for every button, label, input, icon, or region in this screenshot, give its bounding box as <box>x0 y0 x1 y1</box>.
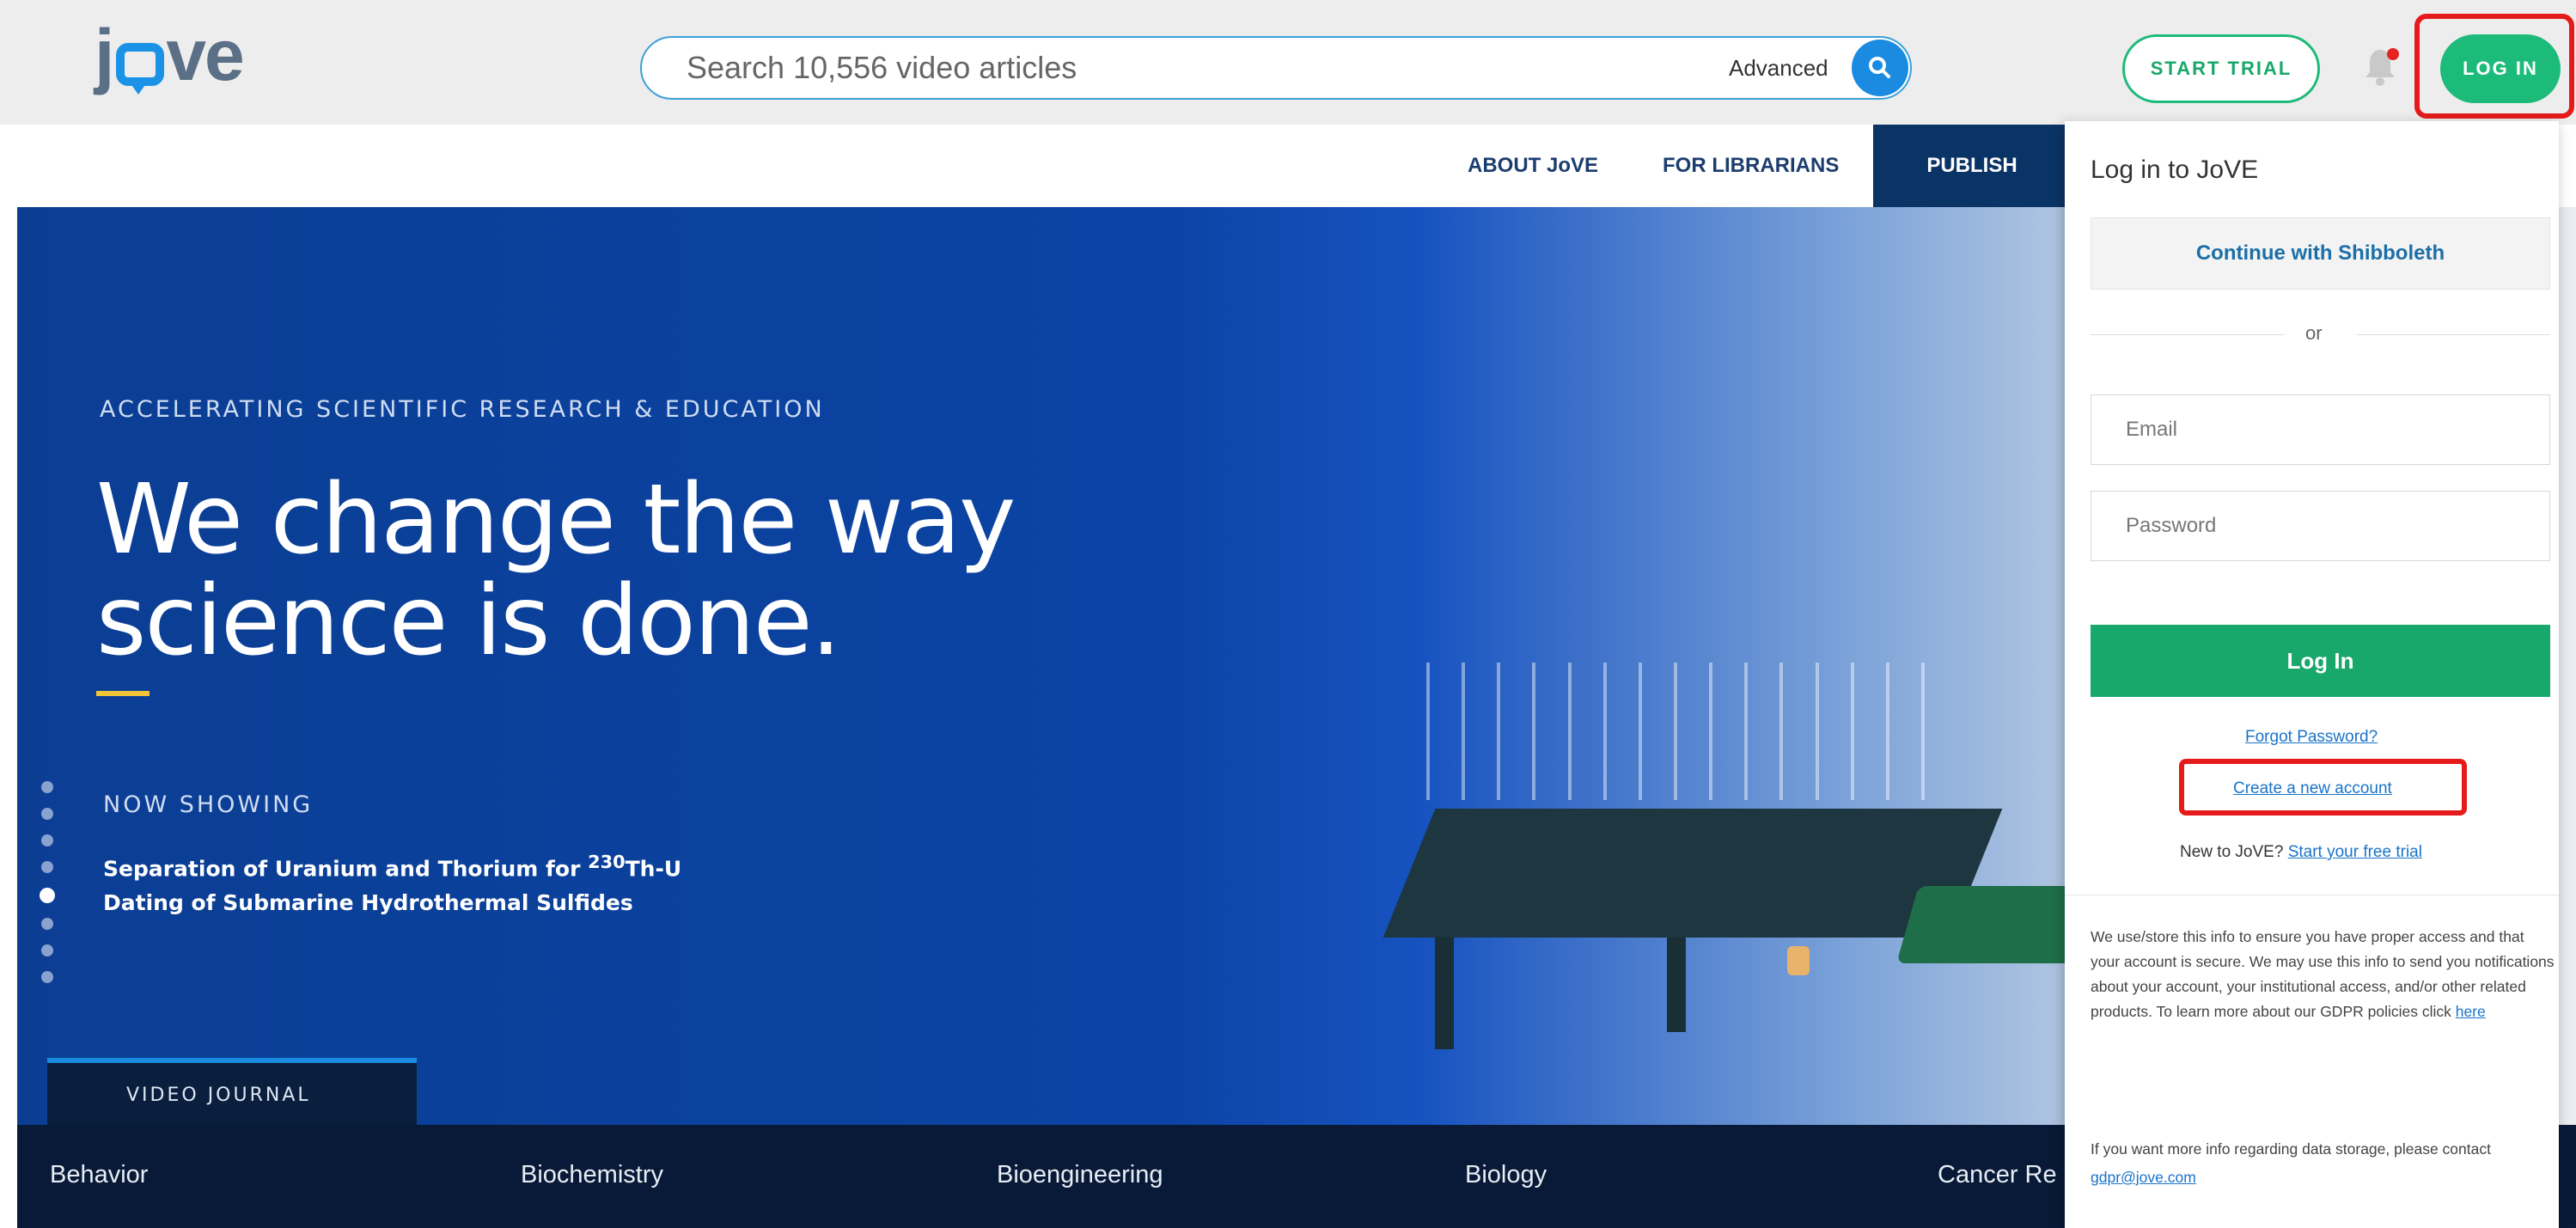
hero-title: We change the way science is done. <box>96 469 1213 672</box>
divider <box>2091 334 2284 335</box>
advanced-search-link[interactable]: Advanced <box>1729 55 1828 82</box>
divider <box>2357 334 2550 335</box>
start-trial-button[interactable]: START TRIAL <box>2122 34 2320 103</box>
start-free-trial-link[interactable]: Start your free trial <box>2288 843 2422 861</box>
search-button[interactable] <box>1852 40 1908 96</box>
login-submit-button[interactable]: Log In <box>2091 625 2550 697</box>
logo-bubble-icon <box>116 43 165 95</box>
password-field[interactable] <box>2091 491 2550 561</box>
login-button[interactable]: LOG IN <box>2440 34 2561 103</box>
category-biology[interactable]: Biology <box>1465 1161 1547 1189</box>
category-bioengineering[interactable]: Bioengineering <box>997 1161 1163 1189</box>
showing-title-line2: Dating of Submarine Hydrothermal Sulfide… <box>103 890 633 916</box>
carousel-dot[interactable] <box>41 808 53 820</box>
login-panel-title: Log in to JoVE <box>2091 156 2259 184</box>
search-icon <box>1869 57 1890 78</box>
logo-text-j: j <box>95 15 114 95</box>
hero-kicker: ACCELERATING SCIENTIFIC RESEARCH & EDUCA… <box>100 396 825 423</box>
login-dropdown: Log in to JoVE Continue with Shibboleth … <box>2065 121 2559 1228</box>
category-behavior[interactable]: Behavior <box>50 1161 148 1189</box>
shibboleth-button[interactable]: Continue with Shibboleth <box>2091 217 2550 290</box>
video-journal-tab[interactable]: VIDEO JOURNAL <box>47 1058 417 1125</box>
carousel-dots <box>40 781 58 998</box>
gdpr-notice: We use/store this info to ensure you hav… <box>2091 925 2555 1024</box>
carousel-dot[interactable] <box>41 944 53 956</box>
nav-about-jove[interactable]: ABOUT JoVE <box>1468 125 1598 207</box>
gdpr-here-link[interactable]: here <box>2456 1003 2486 1020</box>
showing-title-sup: 230 <box>588 852 626 872</box>
new-to-label: New to JoVE? <box>2180 843 2284 861</box>
lab-rack-image <box>1426 663 1925 800</box>
hero-title-line2: science is done. <box>96 565 841 677</box>
nav-publish[interactable]: PUBLISH <box>1873 125 2071 207</box>
data-storage-notice: If you want more info regarding data sto… <box>2091 1135 2555 1192</box>
hero-underline <box>96 691 150 696</box>
search-input[interactable] <box>687 38 1718 98</box>
showing-title-text: Separation of Uranium and Thorium for <box>103 856 589 882</box>
sample-vial-image <box>1787 946 1810 975</box>
carousel-dot[interactable] <box>41 918 53 930</box>
now-showing-label: NOW SHOWING <box>103 791 314 818</box>
carousel-dot[interactable] <box>41 971 53 983</box>
logo-text-ve: ve <box>166 15 244 95</box>
lab-table-leg <box>1435 938 1454 1049</box>
new-to-jove-text: New to JoVE? Start your free trial <box>2180 843 2422 862</box>
search-bar: Advanced <box>640 36 1912 100</box>
nav-for-librarians[interactable]: FOR LIBRARIANS <box>1663 125 1839 207</box>
showing-title-text: Th-U <box>625 856 682 882</box>
category-biochemistry[interactable]: Biochemistry <box>521 1161 663 1189</box>
email-field[interactable] <box>2091 394 2550 465</box>
jove-logo[interactable]: j ve <box>95 15 245 95</box>
category-cancer-research[interactable]: Cancer Re <box>1938 1161 2057 1189</box>
carousel-dot[interactable] <box>41 861 53 873</box>
gdpr-email-link[interactable]: gdpr@jove.com <box>2091 1169 2196 1186</box>
now-showing-title[interactable]: Separation of Uranium and Thorium for 23… <box>103 845 705 920</box>
carousel-dot[interactable] <box>41 781 53 793</box>
notification-dot <box>2387 48 2399 60</box>
create-account-link[interactable]: Create a new account <box>2233 779 2392 798</box>
hero-title-line1: We change the way <box>96 464 1016 576</box>
lab-table-leg <box>1667 938 1686 1032</box>
forgot-password-link[interactable]: Forgot Password? <box>2245 728 2378 747</box>
or-divider-text: or <box>2305 322 2323 344</box>
page: j ve Advanced START TRIAL LOG IN ABOUT J… <box>0 0 2576 1228</box>
carousel-dot[interactable] <box>41 834 53 846</box>
storage-text: If you want more info regarding data sto… <box>2091 1140 2491 1158</box>
top-header: j ve Advanced START TRIAL LOG IN <box>0 0 2576 125</box>
carousel-dot-active[interactable] <box>40 888 55 903</box>
